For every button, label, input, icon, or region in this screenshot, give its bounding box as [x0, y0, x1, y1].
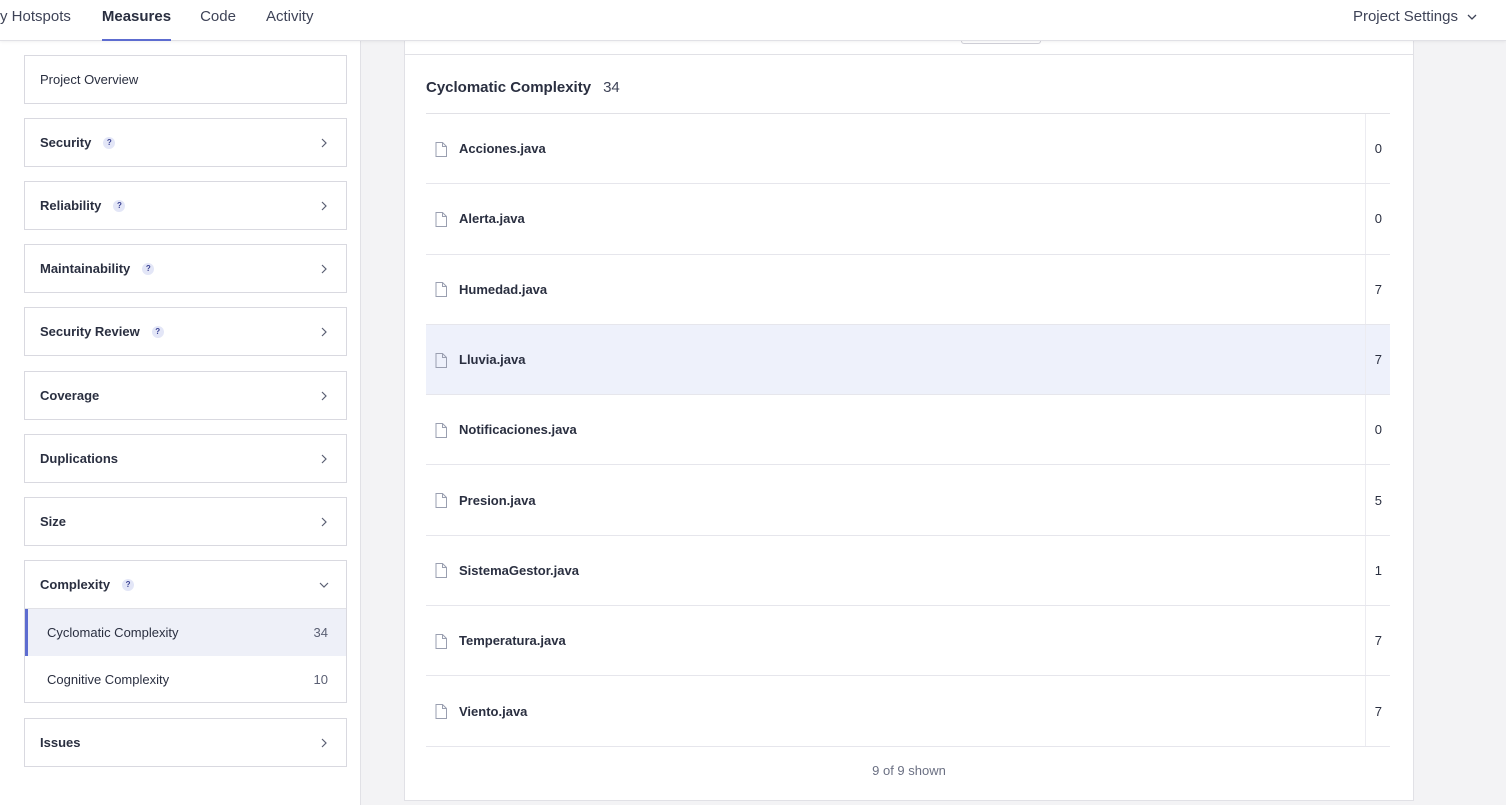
- chevron-right-icon: [321, 327, 327, 336]
- project-overview-label: Project Overview: [40, 72, 139, 87]
- file-name[interactable]: Presion.java: [459, 493, 536, 508]
- file-metric-value: 7: [1374, 703, 1382, 719]
- chevron-right-icon: [321, 138, 327, 147]
- domain-label: Security: [40, 135, 92, 150]
- domain-label: Duplications: [40, 451, 119, 466]
- file-row[interactable]: Presion.java 5: [426, 465, 1390, 536]
- file-icon: [435, 633, 447, 649]
- domain-size[interactable]: Size: [24, 497, 347, 546]
- top-navigation-bar: y Hotspots Measures Code Activity Projec…: [0, 0, 1506, 41]
- file-name[interactable]: Viento.java: [459, 704, 527, 719]
- metric-value: 10: [313, 672, 328, 687]
- help-icon[interactable]: ?: [142, 262, 155, 275]
- file-name[interactable]: Temperatura.java: [459, 633, 566, 648]
- chevron-down-icon: [1467, 14, 1477, 20]
- file-name[interactable]: Acciones.java: [459, 141, 546, 156]
- file-name[interactable]: Humedad.java: [459, 282, 547, 297]
- domain-reliability[interactable]: Reliability ?: [24, 181, 347, 230]
- file-icon: [435, 352, 447, 368]
- domain-security[interactable]: Security ?: [24, 118, 347, 167]
- project-tabs: y Hotspots Measures Code Activity: [0, 0, 313, 41]
- tab-code[interactable]: Code: [200, 0, 236, 41]
- chevron-right-icon: [321, 738, 327, 747]
- file-row[interactable]: Acciones.java 0: [426, 114, 1390, 185]
- file-metric-value: 7: [1374, 281, 1382, 297]
- domain-coverage[interactable]: Coverage: [24, 371, 347, 420]
- help-icon[interactable]: ?: [151, 325, 164, 338]
- project-settings-menu[interactable]: Project Settings: [1353, 0, 1478, 34]
- file-name[interactable]: Notificaciones.java: [459, 422, 577, 437]
- metric-value: 34: [313, 625, 328, 640]
- file-icon: [435, 563, 447, 579]
- domain-label: Security Review: [40, 324, 140, 339]
- file-list: Acciones.java 0 Alerta.java 0 Humedad.java 7 L…: [426, 114, 1390, 747]
- help-icon[interactable]: ?: [122, 578, 135, 591]
- metric-title: Cyclomatic Complexity: [426, 79, 592, 96]
- tab-security-hotspots[interactable]: y Hotspots: [0, 0, 71, 41]
- file-icon: [435, 704, 447, 720]
- metric-label: Cognitive Complexity: [47, 672, 170, 687]
- tab-measures[interactable]: Measures: [101, 0, 172, 41]
- domain-complexity[interactable]: Complexity ?: [25, 561, 346, 609]
- domain-maintainability[interactable]: Maintainability ?: [24, 244, 347, 293]
- domain-label: Reliability: [40, 198, 102, 213]
- domain-label: Coverage: [40, 388, 100, 403]
- domain-issues[interactable]: Issues: [24, 718, 347, 767]
- file-name[interactable]: Lluvia.java: [459, 352, 525, 367]
- file-metric-value: 5: [1374, 492, 1382, 508]
- domain-label: Maintainability: [40, 261, 131, 276]
- chevron-right-icon: [321, 391, 327, 400]
- chevron-right-icon: [321, 201, 327, 210]
- chevron-down-icon: [319, 582, 329, 588]
- file-row[interactable]: Notificaciones.java 0: [426, 395, 1390, 466]
- file-name[interactable]: Alerta.java: [459, 211, 525, 226]
- project-overview-item[interactable]: Project Overview: [24, 55, 347, 104]
- file-icon: [435, 422, 447, 438]
- metric-header: Cyclomatic Complexity 34: [426, 79, 620, 96]
- file-row[interactable]: SistemaGestor.java 1: [426, 535, 1390, 607]
- chevron-right-icon: [321, 264, 327, 273]
- chevron-right-icon: [321, 517, 327, 526]
- file-metric-value: 0: [1374, 141, 1382, 157]
- file-metric-value: 7: [1374, 633, 1382, 649]
- measures-sidebar: Project Overview Security ? Reliability …: [0, 41, 361, 805]
- domain-security-review[interactable]: Security Review ?: [24, 307, 347, 356]
- shown-count: 9 of 9 shown: [872, 763, 946, 778]
- file-metric-value: 7: [1374, 352, 1382, 368]
- file-row[interactable]: Humedad.java 7: [426, 254, 1390, 325]
- metric-cognitive-complexity[interactable]: Cognitive Complexity 10: [25, 656, 346, 703]
- project-settings-label: Project Settings: [1352, 8, 1458, 25]
- domain-label: Issues: [40, 735, 81, 750]
- help-icon[interactable]: ?: [103, 136, 116, 149]
- help-icon[interactable]: ?: [113, 199, 126, 212]
- metric-cyclomatic-complexity[interactable]: Cyclomatic Complexity 34: [25, 609, 346, 656]
- panel-toolbar: [405, 37, 1413, 55]
- file-row[interactable]: Temperatura.java 7: [426, 606, 1390, 677]
- metric-total: 34: [603, 79, 620, 96]
- file-icon: [435, 141, 447, 157]
- file-icon: [435, 282, 447, 298]
- domain-label: Size: [40, 514, 67, 529]
- file-icon: [435, 211, 447, 227]
- file-metric-value: 0: [1374, 422, 1382, 438]
- measure-details-panel: Cyclomatic Complexity 34 Acciones.java 0 A…: [404, 37, 1414, 801]
- file-row[interactable]: Lluvia.java 7: [426, 324, 1390, 396]
- chevron-right-icon: [321, 454, 327, 463]
- domain-label: Complexity: [40, 577, 111, 592]
- file-metric-value: 0: [1374, 211, 1382, 227]
- metric-label: Cyclomatic Complexity: [47, 625, 179, 640]
- file-metric-value: 1: [1374, 562, 1382, 578]
- file-icon: [435, 493, 447, 509]
- file-row[interactable]: Viento.java 7: [426, 676, 1390, 747]
- tab-activity[interactable]: Activity: [266, 0, 314, 41]
- domain-complexity-group: Complexity ? Cyclomatic Complexity 34 Co…: [24, 560, 347, 703]
- file-name[interactable]: SistemaGestor.java: [459, 563, 579, 578]
- domain-duplications[interactable]: Duplications: [24, 434, 347, 483]
- file-row[interactable]: Alerta.java 0: [426, 184, 1390, 255]
